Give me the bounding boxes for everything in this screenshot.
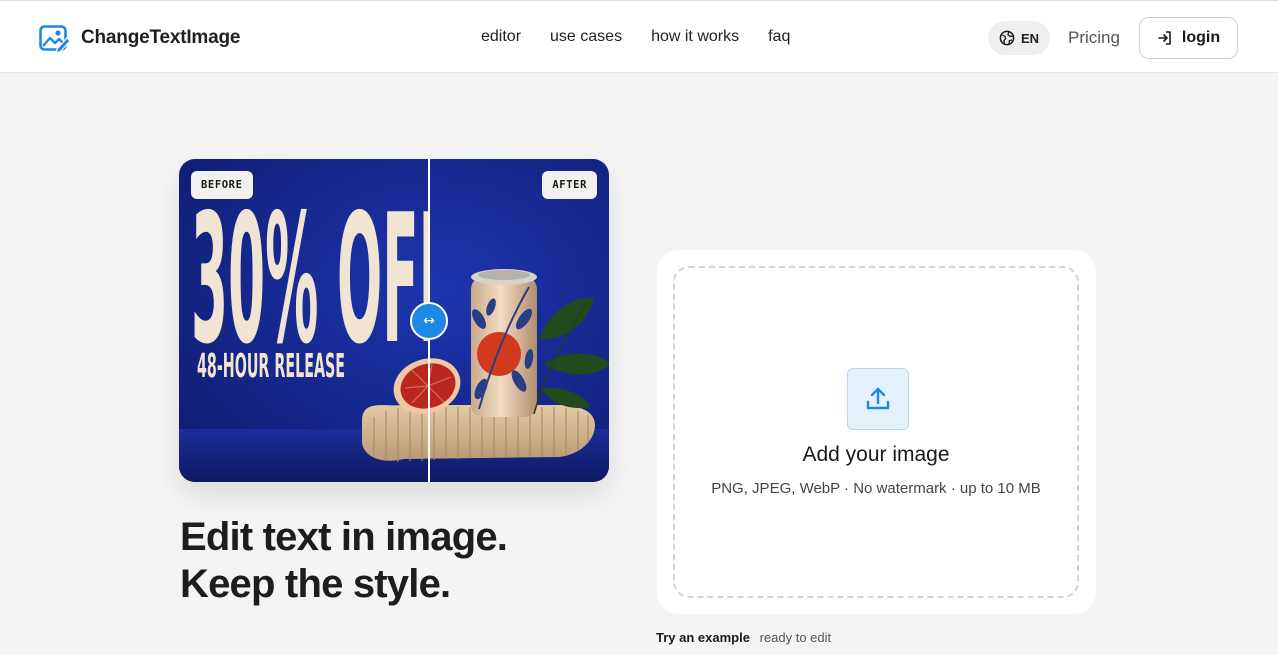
upload-title: Add your image [802,443,950,466]
try-example: Try an example ready to edit [656,630,831,645]
brand[interactable]: ChangeTextImage [38,22,240,54]
nav-faq[interactable]: faq [768,28,790,46]
login-button[interactable]: login [1139,17,1238,59]
drag-arrows-icon: ↔ [423,313,435,329]
headline-line-2: Keep the style. [180,562,451,606]
login-label: login [1181,29,1221,46]
try-example-link[interactable]: Try an example [656,630,750,645]
image-dropzone[interactable]: Add your image PNG, JPEG, WebP · No wate… [673,266,1079,598]
comparison-image: 30% OFF 48-HOUR RELEASE [179,159,609,482]
nav-editor[interactable]: editor [481,28,521,46]
upload-icon [847,368,909,430]
pricing-link[interactable]: Pricing [1068,28,1120,48]
upload-subtitle: PNG, JPEG, WebP · No watermark · up to 1… [711,480,1041,497]
before-label: BEFORE [191,171,253,199]
poster-subline: 48-HOUR RELEASE [197,346,345,385]
hero-headline: Edit text in image. Keep the style. [180,514,508,608]
brand-logo-icon [39,25,70,54]
top-header: ChangeTextImage editor use cases how it … [0,0,1278,73]
nav-use-cases[interactable]: use cases [550,28,622,46]
slider-handle[interactable]: ↔ [410,302,448,340]
brand-name: ChangeTextImage [81,27,241,48]
language-code: EN [1020,30,1040,46]
after-label: AFTER [542,171,597,199]
before-after-slider[interactable]: 30% OFF 48-HOUR RELEASE BEFORE AFTER ↔ [179,159,609,482]
upload-card: Add your image PNG, JPEG, WebP · No wate… [657,250,1096,614]
globe-icon [999,30,1015,46]
nav-how-it-works[interactable]: how it works [651,28,739,46]
login-arrow-icon [1158,31,1171,45]
main-nav: editor use cases how it works faq [481,28,819,46]
try-example-note: ready to edit [759,630,832,645]
upload-arrow-icon [866,387,890,410]
language-switcher[interactable]: EN [988,21,1050,55]
headline-line-1: Edit text in image. [180,515,508,559]
